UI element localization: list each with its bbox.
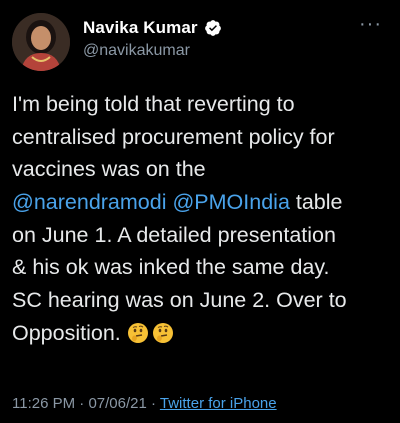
thinking-face-icon	[152, 321, 174, 343]
tweet-line-tail: table	[289, 190, 343, 215]
avatar[interactable]	[12, 13, 70, 71]
tweet-date[interactable]: 07/06/21	[88, 395, 146, 412]
thinking-face-icon	[127, 321, 149, 343]
tweet-line: I'm being told that reverting to	[12, 92, 295, 116]
mention-pmoindia[interactable]: @PMOIndia	[172, 190, 289, 214]
mention-narendramodi[interactable]: @narendramodi	[12, 190, 167, 214]
tweet-time[interactable]: 11:26 PM	[12, 395, 75, 412]
author-handle[interactable]: @navikakumar	[83, 42, 190, 60]
meta-separator: ·	[146, 395, 160, 412]
tweet-meta: 11:26 PM · 07/06/21 · Twitter for iPhone	[12, 395, 277, 412]
tweet-text: I'm being told that reverting to central…	[12, 88, 392, 350]
tweet-line: & his ok was inked the same day.	[12, 255, 330, 280]
tweet-source-link[interactable]: Twitter for iPhone	[160, 395, 277, 412]
author-name[interactable]: Navika Kumar	[83, 18, 198, 38]
tweet-card: Navika Kumar @navikakumar ··· I'm being …	[0, 0, 400, 423]
tweet-line: Opposition.	[12, 317, 392, 350]
tweet-line: on June 1. A detailed presentation	[12, 222, 336, 247]
tweet-line: SC hearing was on June 2. Over to	[12, 288, 347, 313]
tweet-line-text: Opposition.	[12, 320, 127, 345]
tweet-line: centralised procurement policy for	[12, 124, 335, 149]
meta-separator: ·	[75, 395, 89, 412]
tweet-line: vaccines was on the	[12, 157, 206, 182]
verified-badge-icon	[204, 19, 222, 37]
more-horizontal-icon[interactable]: ···	[359, 14, 382, 34]
tweet-line: @narendramodi @PMOIndia table	[12, 186, 392, 219]
